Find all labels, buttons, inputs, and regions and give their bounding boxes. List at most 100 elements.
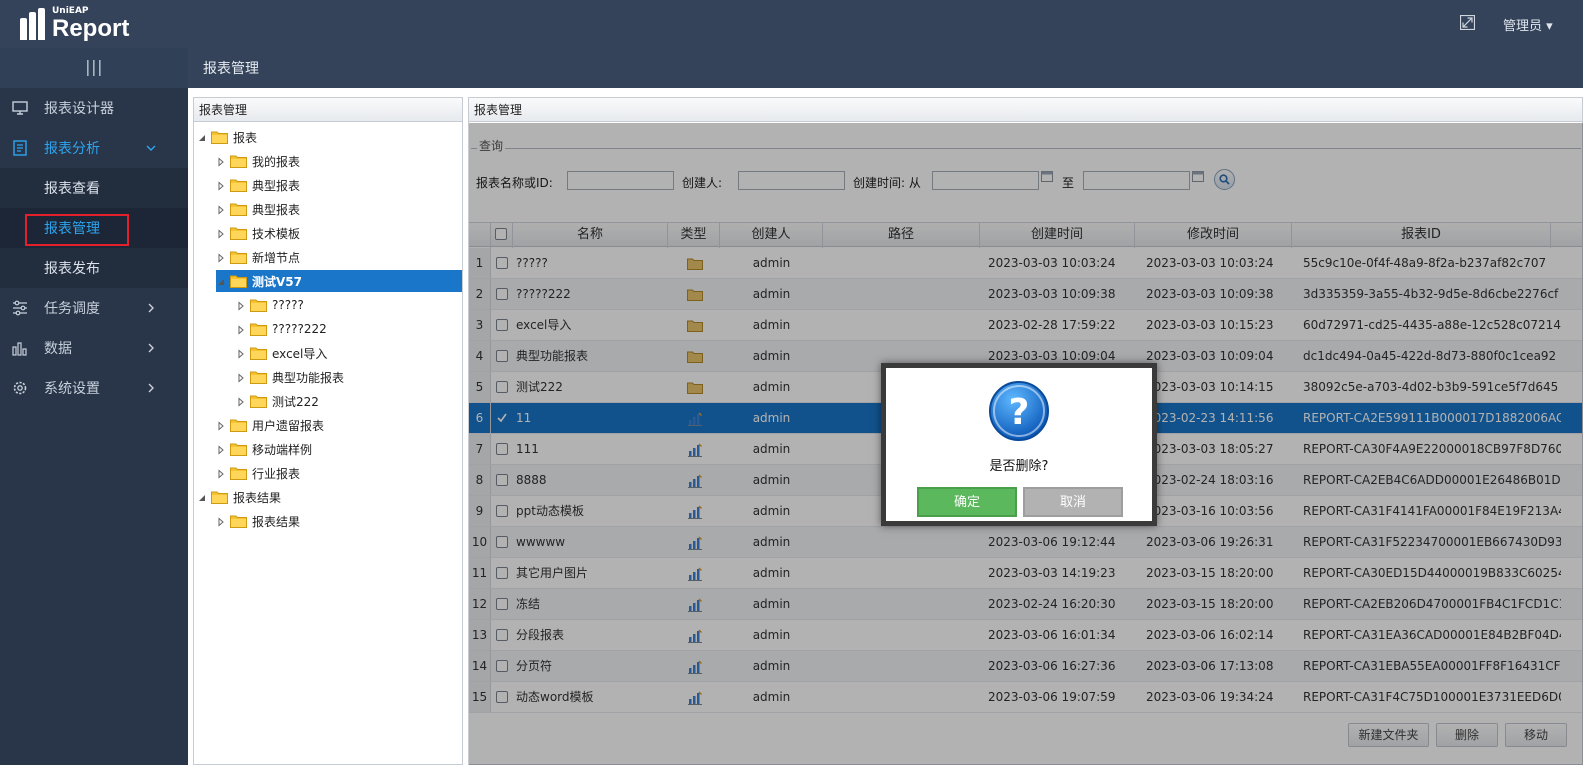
monitor-icon — [12, 101, 28, 115]
folder-icon — [211, 490, 228, 504]
collapsed-arrow-icon[interactable] — [216, 180, 226, 191]
fullscreen-icon[interactable] — [1460, 15, 1475, 30]
tree-node[interactable]: 新增节点 — [216, 246, 300, 268]
sidebar-subitem-label: 报表管理 — [44, 221, 100, 237]
sidebar-item-system-settings[interactable]: 系统设置 — [0, 368, 188, 408]
sidebar-item-label: 报表分析 — [44, 141, 100, 157]
tree-node-label: 典型功能报表 — [272, 370, 345, 385]
tree-node-label: 用户遗留报表 — [252, 418, 325, 433]
menu-bars-icon — [87, 60, 101, 76]
folder-icon — [250, 394, 267, 408]
tree-node[interactable]: 典型报表 — [216, 198, 300, 220]
sidebar-item-task-scheduling[interactable]: 任务调度 — [0, 288, 188, 328]
tree-node-label: excel导入 — [272, 346, 328, 361]
tree-node[interactable]: 技术模板 — [216, 222, 300, 244]
bar-chart-icon — [12, 342, 27, 356]
tree-node[interactable]: 报表结果 — [197, 486, 281, 508]
collapsed-arrow-icon[interactable] — [216, 420, 226, 431]
folder-icon — [250, 322, 267, 336]
collapsed-arrow-icon[interactable] — [236, 300, 246, 311]
page-title-bar: 报表管理 — [188, 48, 1583, 88]
tree-node-label: 测试V57 — [252, 274, 302, 289]
tree-node[interactable]: 用户遗留报表 — [216, 414, 324, 436]
sidebar-subitem-label: 报表发布 — [44, 261, 100, 277]
chevron-right-icon — [148, 343, 154, 353]
report-tree-panel: 报表管理 报表 我的报表 典型报表 典型报表 技术模板 新增节点 测试V57????????… — [193, 97, 463, 765]
sidebar-subitem-report-view[interactable]: 报表查看 — [0, 168, 188, 208]
tree-node[interactable]: 测试222 — [236, 390, 319, 412]
tree-node-label: 新增节点 — [252, 250, 301, 265]
delete-confirm-dialog: ? 是否删除? 确定 取消 — [881, 363, 1157, 526]
folder-icon — [230, 514, 247, 528]
tree-node[interactable]: 报表 — [197, 126, 257, 148]
sidebar-subitem-report-management[interactable]: 报表管理 — [0, 208, 188, 248]
expanded-arrow-icon[interactable] — [216, 276, 226, 286]
tree-node[interactable]: 典型功能报表 — [236, 366, 344, 388]
sidebar-item-label: 数据 — [44, 341, 72, 357]
collapsed-arrow-icon[interactable] — [216, 468, 226, 479]
tree-node[interactable]: excel导入 — [236, 342, 327, 364]
collapsed-arrow-icon[interactable] — [236, 372, 246, 383]
question-icon: ? — [989, 381, 1049, 441]
folder-icon — [230, 202, 247, 216]
sidebar-toggle-button[interactable] — [0, 48, 188, 88]
tree-node[interactable]: 移动端样例 — [216, 438, 312, 460]
tree-node[interactable]: 报表结果 — [216, 510, 300, 532]
folder-icon — [230, 418, 247, 432]
chevron-right-icon — [148, 383, 154, 393]
sidebar-subitem-report-publish[interactable]: 报表发布 — [0, 248, 188, 288]
tree-node[interactable]: 测试V57 — [216, 270, 462, 292]
chevron-right-icon — [148, 303, 154, 313]
gear-icon — [13, 381, 27, 395]
sidebar-item-label: 系统设置 — [44, 381, 100, 397]
folder-icon — [230, 226, 247, 240]
sidebar-item-report-analysis[interactable]: 报表分析 — [0, 128, 188, 168]
confirm-button[interactable]: 确定 — [917, 487, 1017, 517]
dialog-message: 是否删除? — [989, 459, 1049, 474]
collapsed-arrow-icon[interactable] — [216, 156, 226, 167]
tree-node[interactable]: 典型报表 — [216, 174, 300, 196]
folder-icon — [230, 466, 247, 480]
tree-node[interactable]: ?????222 — [236, 318, 327, 340]
sidebar-item-label: 任务调度 — [44, 301, 100, 317]
collapsed-arrow-icon[interactable] — [236, 396, 246, 407]
folder-icon — [211, 130, 228, 144]
tree-node[interactable]: ????? — [236, 294, 304, 316]
tree-node-label: 报表结果 — [252, 514, 301, 529]
tree-node[interactable]: 行业报表 — [216, 462, 300, 484]
collapsed-arrow-icon[interactable] — [216, 444, 226, 455]
tree-node-label: 移动端样例 — [252, 442, 313, 457]
top-header: UniEAP Report 管理员 ▾ — [0, 0, 1583, 48]
folder-icon — [250, 370, 267, 384]
logo-big-text: Report — [52, 15, 130, 42]
collapsed-arrow-icon[interactable] — [216, 204, 226, 215]
sidebar-item-report-designer[interactable]: 报表设计器 — [0, 88, 188, 128]
expanded-arrow-icon[interactable] — [197, 492, 207, 502]
app-logo[interactable]: UniEAP Report — [20, 4, 129, 44]
user-menu-dropdown[interactable]: 管理员 ▾ — [1503, 15, 1553, 34]
tree-panel-title: 报表管理 — [194, 98, 462, 122]
tree-node-label: ????? — [272, 298, 304, 312]
sidebar-item-data[interactable]: 数据 — [0, 328, 188, 368]
folder-icon — [250, 298, 267, 312]
chevron-down-icon — [146, 145, 156, 151]
folder-icon — [250, 346, 267, 360]
cancel-button[interactable]: 取消 — [1023, 487, 1123, 517]
expanded-arrow-icon[interactable] — [197, 132, 207, 142]
tree-node-label: 我的报表 — [252, 154, 301, 169]
tree-node[interactable]: 我的报表 — [216, 150, 300, 172]
collapsed-arrow-icon[interactable] — [216, 228, 226, 239]
collapsed-arrow-icon[interactable] — [216, 252, 226, 263]
collapsed-arrow-icon[interactable] — [236, 348, 246, 359]
tree-node-label: 典型报表 — [252, 202, 301, 217]
tree-node-label: 报表 — [233, 130, 258, 145]
logo-mark-icon — [20, 8, 48, 40]
svg-text:?: ? — [1009, 392, 1030, 433]
sidebar: 报表设计器 报表分析 报表查看 报表管理 报表发布 任务调度 数据 系统设置 — [0, 48, 188, 765]
tree-node-label: 技术模板 — [252, 226, 301, 241]
collapsed-arrow-icon[interactable] — [236, 324, 246, 335]
collapsed-arrow-icon[interactable] — [216, 516, 226, 527]
sidebar-subitem-label: 报表查看 — [44, 181, 100, 197]
grid-panel-title: 报表管理 — [469, 98, 1582, 122]
sidebar-item-label: 报表设计器 — [44, 101, 114, 117]
